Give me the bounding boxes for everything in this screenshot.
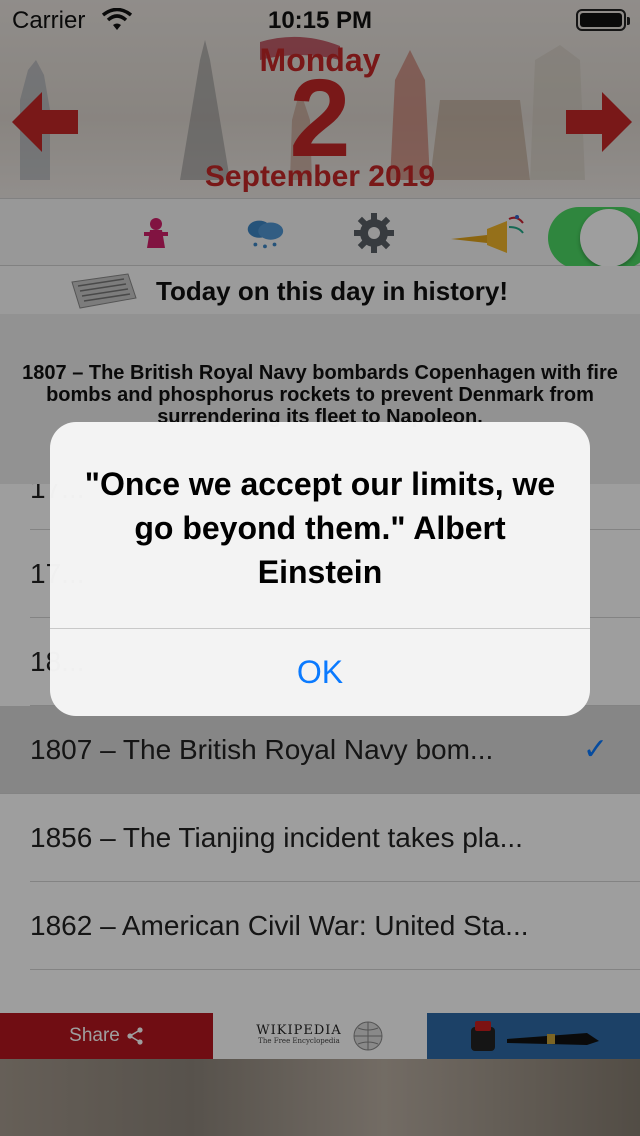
quote-alert: "Once we accept our limits, we go beyond…: [50, 422, 590, 716]
app-screen: Monday 2 September 2019 Carrier 10:15 PM: [0, 0, 640, 1136]
alert-message: "Once we accept our limits, we go beyond…: [84, 466, 556, 590]
ok-button[interactable]: OK: [50, 629, 590, 716]
